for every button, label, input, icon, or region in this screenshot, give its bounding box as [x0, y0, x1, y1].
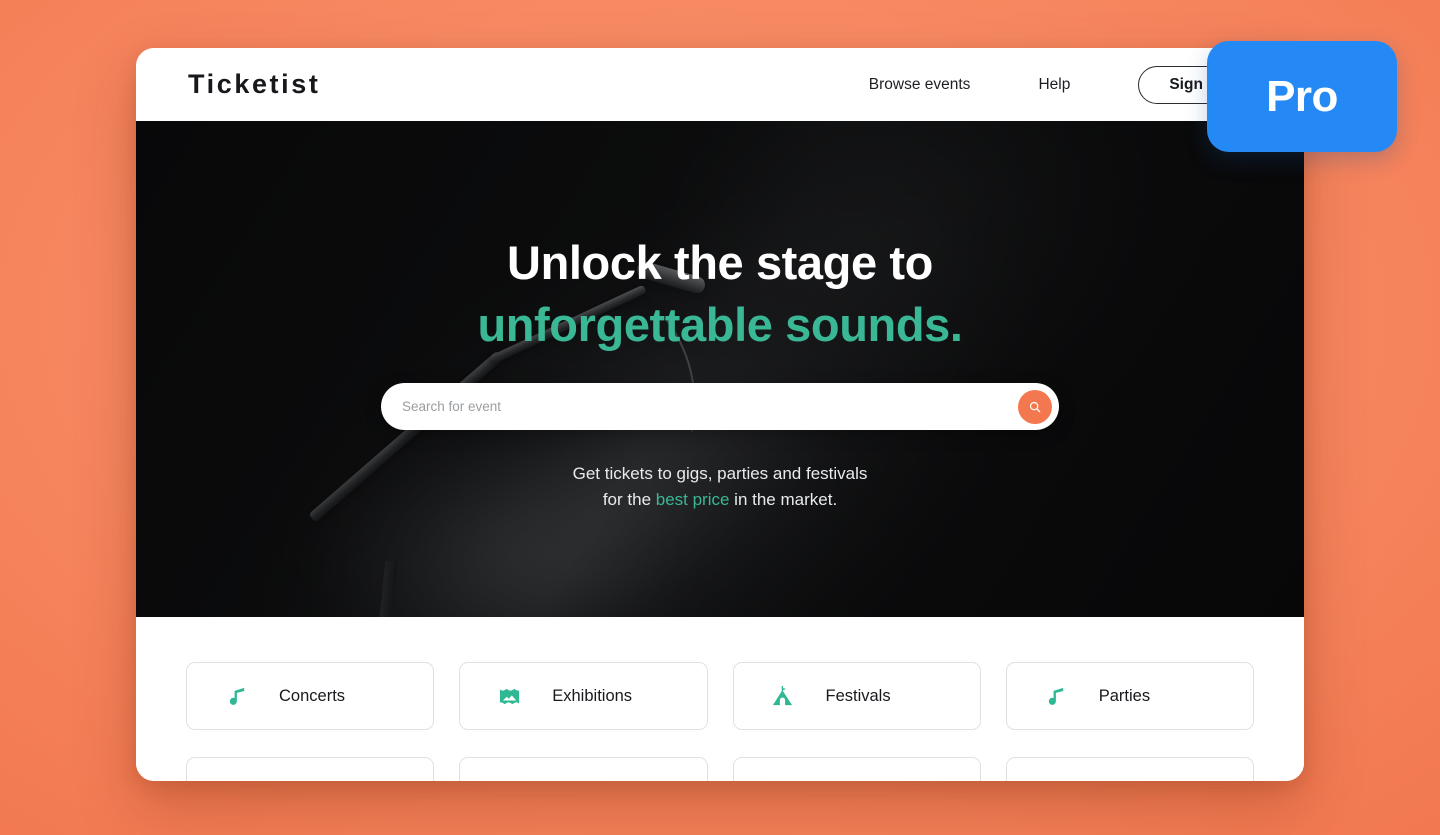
hero-title-line2: unforgettable sounds. [477, 298, 963, 352]
clapperboard-icon [223, 778, 249, 781]
category-card-parties[interactable]: Parties [1005, 662, 1254, 730]
nav-browse-events[interactable]: Browse events [835, 76, 1005, 94]
noodle-bowl-icon [496, 778, 522, 781]
category-card-sports[interactable]: Sports [732, 757, 981, 781]
stroller-icon [1043, 778, 1069, 781]
main-nav: Browse events Help Sign in [835, 65, 1252, 104]
hero-subtitle-prefix: for the [602, 490, 656, 510]
category-card-concerts[interactable]: Concerts [186, 662, 435, 730]
category-label: Exhibitions [552, 686, 633, 705]
running-person-icon [770, 778, 796, 781]
category-card-festivals[interactable]: Festivals [732, 662, 981, 730]
site-header: Ticketist Browse events Help Sign in [136, 48, 1304, 121]
hero-subtitle-suffix: in the market. [729, 490, 838, 510]
category-card-exhibitions[interactable]: Exhibitions [459, 662, 708, 730]
hero-title: Unlock the stage to unforgettable sounds… [477, 232, 963, 356]
hero-subtitle: Get tickets to gigs, parties and festiva… [573, 461, 868, 514]
tent-icon [770, 683, 796, 709]
pro-badge-label: Pro [1266, 71, 1338, 121]
nav-help[interactable]: Help [1004, 76, 1104, 94]
music-note-icon [223, 683, 249, 709]
search-bar[interactable] [381, 383, 1059, 431]
hero-content: Unlock the stage to unforgettable sounds… [136, 121, 1304, 617]
music-note-icon [1043, 683, 1069, 709]
categories-section: Concerts Exhibitions Festivals Parties [136, 617, 1304, 781]
category-label: Festivals [825, 686, 891, 705]
category-card-kids[interactable]: Kids [1005, 757, 1254, 781]
hero-section: Unlock the stage to unforgettable sounds… [136, 121, 1304, 617]
browser-page-mock: Ticketist Browse events Help Sign in Unl… [136, 48, 1304, 781]
hero-subtitle-line1: Get tickets to gigs, parties and festiva… [572, 464, 868, 484]
picture-icon [496, 683, 522, 709]
category-card-movies[interactable]: Movies [186, 757, 435, 781]
search-submit-button[interactable] [1018, 389, 1052, 424]
category-grid: Concerts Exhibitions Festivals Parties [186, 662, 1254, 781]
hero-subtitle-accent: best price [655, 490, 730, 510]
search-input[interactable] [402, 399, 1018, 415]
hero-title-line1: Unlock the stage to [507, 236, 933, 289]
brand-logo[interactable]: Ticketist [188, 69, 320, 100]
category-label: Concerts [279, 686, 346, 705]
category-card-culinary[interactable]: Culinary [459, 757, 708, 781]
search-icon [1029, 401, 1041, 412]
pro-badge[interactable]: Pro [1207, 41, 1397, 152]
category-label: Parties [1098, 686, 1151, 705]
